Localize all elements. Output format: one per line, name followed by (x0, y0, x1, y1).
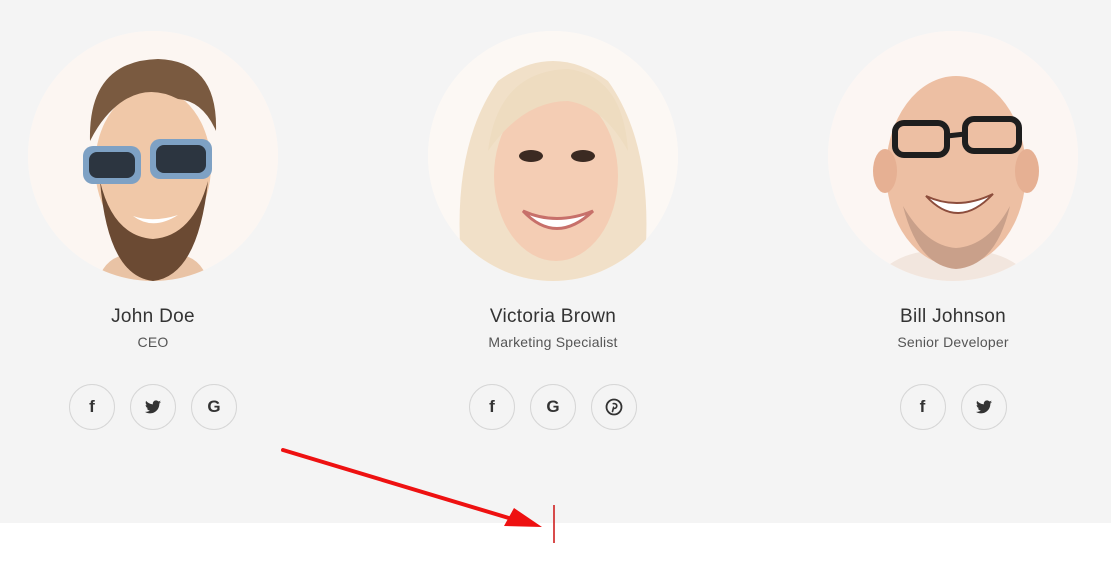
annotation-arrow (281, 448, 555, 543)
